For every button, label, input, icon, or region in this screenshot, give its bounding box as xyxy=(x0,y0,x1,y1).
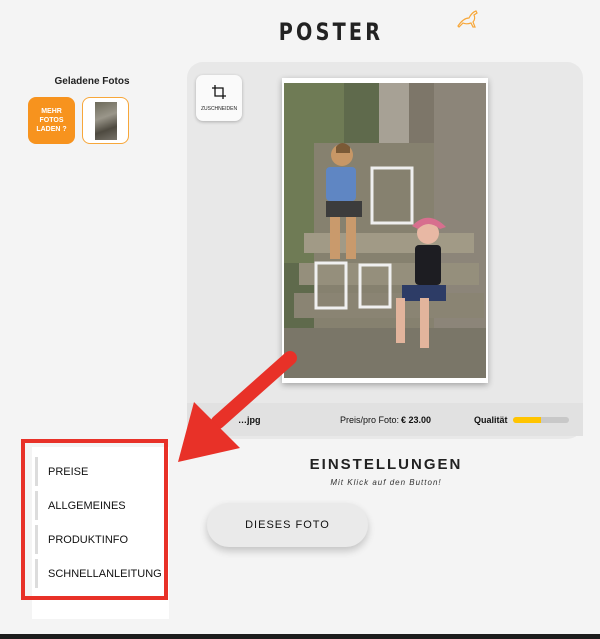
quality-label: Qualität xyxy=(474,414,508,425)
pointer-arrow-icon xyxy=(178,351,297,462)
crop-button[interactable]: ZUSCHNEIDEN xyxy=(196,75,242,121)
bottom-bar xyxy=(0,634,600,639)
thumbnail-image xyxy=(94,101,117,140)
quality-meter-fill xyxy=(513,417,541,423)
quality-meter xyxy=(513,417,569,423)
load-more-photos-button[interactable]: MEHR FOTOS LADEN ? xyxy=(28,97,75,144)
price-value: € 23.00 xyxy=(401,414,432,425)
loaded-photos-label: Geladene Fotos xyxy=(54,76,130,87)
crop-icon xyxy=(212,85,226,99)
this-photo-button[interactable]: DIESES FOTO xyxy=(207,503,368,547)
page-title: POSTER xyxy=(278,18,384,46)
poster-photo xyxy=(284,83,486,378)
crop-label: ZUSCHNEIDEN xyxy=(200,106,238,112)
menu-highlight-box xyxy=(21,439,168,600)
photo-thumbnail[interactable] xyxy=(82,97,129,144)
price-label: Preis/pro Foto: xyxy=(340,414,400,425)
kangaroo-icon xyxy=(457,10,478,28)
